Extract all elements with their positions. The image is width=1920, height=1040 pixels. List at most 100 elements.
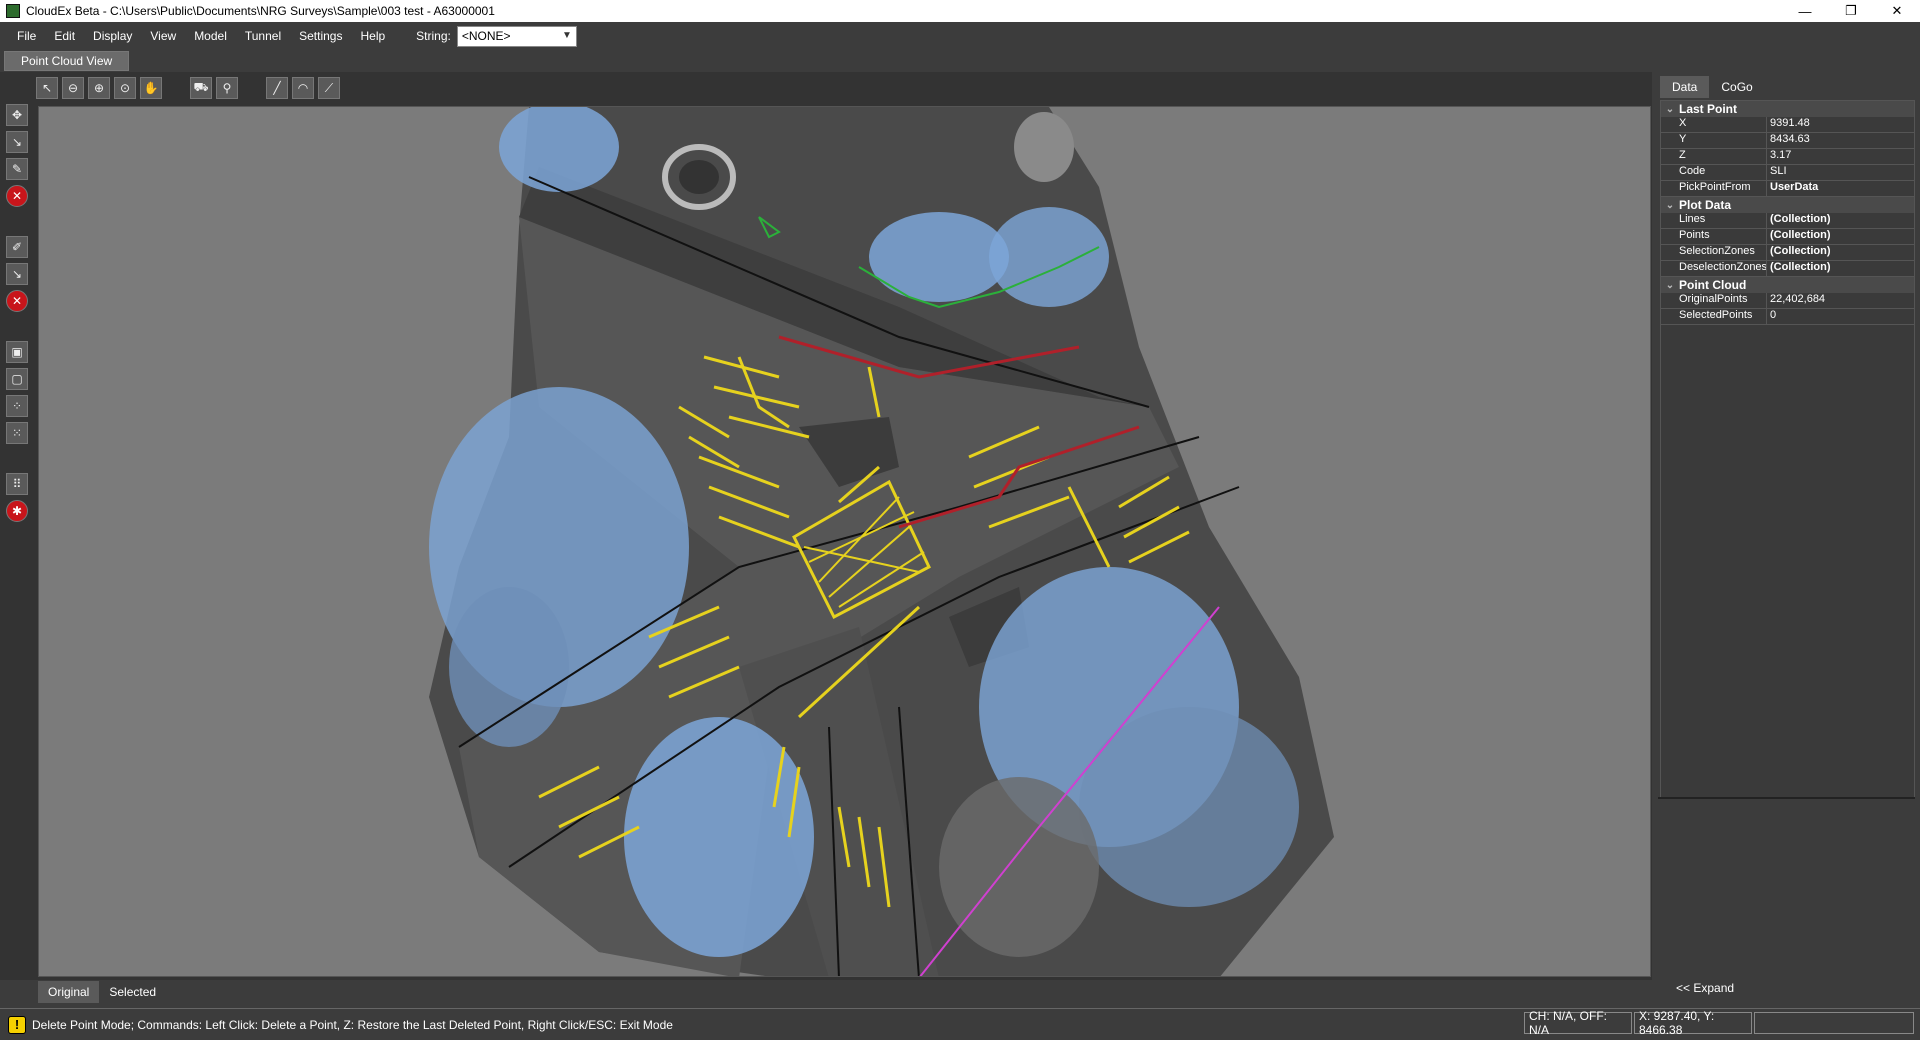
property-grid: ⌄ Last Point X 9391.48 Y 8434.63 Z 3.17 Cod… (1660, 100, 1915, 860)
draw-string-icon[interactable]: ✐ (6, 236, 28, 258)
category-plot-data[interactable]: ⌄ Plot Data (1661, 197, 1914, 213)
prop-value[interactable]: (Collection) (1767, 245, 1914, 261)
pick-string-icon[interactable]: ↘ (6, 263, 28, 285)
prop-name: Code (1661, 165, 1767, 181)
tab-point-cloud-view[interactable]: Point Cloud View (4, 51, 130, 71)
menu-model[interactable]: Model (185, 29, 236, 43)
window-title: CloudEx Beta - C:\Users\Public\Documents… (26, 4, 495, 18)
edit-toolbar: ✥ ↘ ✎ ✕ ✐ ↘ ✕ ▣ ▢ ⁘ ⁙ ⠿ ✱ (6, 104, 30, 527)
right-tabs: Data CoGo (1660, 76, 1765, 98)
select-points-icon[interactable]: ⁘ (6, 395, 28, 417)
collapse-icon[interactable]: ⌄ (1661, 200, 1679, 211)
collapse-icon[interactable]: ⌄ (1661, 280, 1679, 291)
string-dropdown[interactable]: <NONE> ▼ (456, 25, 577, 47)
window-controls: — ❐ ✕ (1782, 0, 1920, 22)
prop-row[interactable]: Lines (Collection) (1661, 213, 1914, 229)
category-title: Plot Data (1679, 198, 1732, 212)
prop-value[interactable]: UserData (1767, 181, 1914, 197)
point-cloud-viewport[interactable] (38, 106, 1651, 977)
category-point-cloud[interactable]: ⌄ Point Cloud (1661, 277, 1914, 293)
prop-row[interactable]: DeselectionZones (Collection) (1661, 261, 1914, 277)
prop-row[interactable]: OriginalPoints 22,402,684 (1661, 293, 1914, 309)
prop-name: SelectionZones (1661, 245, 1767, 261)
prop-row[interactable]: X 9391.48 (1661, 117, 1914, 133)
prop-row[interactable]: Y 8434.63 (1661, 133, 1914, 149)
category-last-point[interactable]: ⌄ Last Point (1661, 101, 1914, 117)
close-button[interactable]: ✕ (1874, 0, 1920, 22)
zoom-out-icon[interactable]: ⊖ (62, 77, 84, 99)
grid-points-icon[interactable]: ⠿ (6, 473, 28, 495)
collapse-icon[interactable]: ⌄ (1661, 104, 1679, 115)
zoom-in-icon[interactable]: ⊕ (88, 77, 110, 99)
prop-name: Y (1661, 133, 1767, 149)
minimize-button[interactable]: — (1782, 0, 1828, 22)
menu-file[interactable]: File (8, 29, 45, 43)
tab-cogo[interactable]: CoGo (1709, 76, 1764, 98)
prop-value[interactable]: 3.17 (1767, 149, 1914, 165)
status-chainage: CH: N/A, OFF: N/A (1524, 1009, 1632, 1037)
select-zone-icon[interactable]: ▣ (6, 341, 28, 363)
deselect-points-icon[interactable]: ⁙ (6, 422, 28, 444)
walk-view-icon[interactable]: ⚲ (216, 77, 238, 99)
string-dropdown-value: <NONE> (461, 29, 511, 43)
menu-view[interactable]: View (141, 29, 185, 43)
pan-hand-icon[interactable]: ✋ (140, 77, 162, 99)
warning-icon: ! (8, 1015, 26, 1034)
add-point-icon[interactable]: ✎ (6, 158, 28, 180)
measure-icon[interactable]: ⟋ (318, 77, 340, 99)
prop-value[interactable]: (Collection) (1767, 229, 1914, 245)
prop-name: SelectedPoints (1661, 309, 1767, 325)
prop-name: PickPointFrom (1661, 181, 1767, 197)
tab-selected[interactable]: Selected (99, 981, 166, 1003)
prop-row[interactable]: PickPointFrom UserData (1661, 181, 1914, 197)
app-icon (6, 4, 20, 18)
prop-row[interactable]: SelectionZones (Collection) (1661, 245, 1914, 261)
zoom-window-icon[interactable]: ⊙ (114, 77, 136, 99)
deselect-zone-icon[interactable]: ▢ (6, 368, 28, 390)
status-message: Delete Point Mode; Commands: Left Click:… (32, 1017, 673, 1032)
bottom-tabs: Original Selected (38, 981, 166, 1003)
status-coordinates: X: 9287.40, Y: 8466.38 (1634, 1009, 1752, 1037)
chevron-down-icon: ▼ (561, 29, 572, 41)
restore-button[interactable]: ❐ (1828, 0, 1874, 22)
prop-value[interactable]: SLI (1767, 165, 1914, 181)
cancel-icon[interactable]: ✕ (6, 185, 28, 207)
prop-row[interactable]: SelectedPoints 0 (1661, 309, 1914, 325)
point-cloud-render (429, 107, 1334, 976)
delete-points-icon[interactable]: ✱ (6, 500, 28, 522)
pick-point-icon[interactable]: ↘ (6, 131, 28, 153)
menu-display[interactable]: Display (84, 29, 141, 43)
prop-value[interactable]: (Collection) (1767, 213, 1914, 229)
prop-row[interactable]: Code SLI (1661, 165, 1914, 181)
menu-bar: File Edit Display View Model Tunnel Sett… (0, 22, 1920, 50)
title-bar: CloudEx Beta - C:\Users\Public\Documents… (0, 0, 1920, 22)
category-title: Point Cloud (1679, 278, 1747, 292)
status-empty-panel (1754, 1012, 1914, 1034)
status-bar: ! Delete Point Mode; Commands: Left Clic… (0, 1008, 1920, 1040)
prop-value[interactable]: 22,402,684 (1767, 293, 1914, 309)
string-label: String: (416, 29, 451, 43)
move-icon[interactable]: ✥ (6, 104, 28, 126)
property-description-area (1658, 797, 1915, 972)
surface-icon[interactable]: ◠ (292, 77, 314, 99)
prop-value[interactable]: 9391.48 (1767, 117, 1914, 133)
select-arrow-icon[interactable]: ↖ (36, 77, 58, 99)
prop-value[interactable]: (Collection) (1767, 261, 1914, 277)
prop-name: X (1661, 117, 1767, 133)
menu-tunnel[interactable]: Tunnel (236, 29, 290, 43)
tab-original[interactable]: Original (38, 981, 100, 1003)
draw-line-icon[interactable]: ╱ (266, 77, 288, 99)
category-title: Last Point (1679, 102, 1738, 116)
menu-edit[interactable]: Edit (45, 29, 84, 43)
prop-value[interactable]: 0 (1767, 309, 1914, 325)
prop-row[interactable]: Points (Collection) (1661, 229, 1914, 245)
prop-value[interactable]: 8434.63 (1767, 133, 1914, 149)
prop-row[interactable]: Z 3.17 (1661, 149, 1914, 165)
delete-string-icon[interactable]: ✕ (6, 290, 28, 312)
drive-view-icon[interactable]: ⛟ (190, 77, 212, 99)
menu-settings[interactable]: Settings (290, 29, 351, 43)
menu-help[interactable]: Help (351, 29, 394, 43)
expand-button[interactable]: << Expand (1676, 981, 1734, 995)
tab-data[interactable]: Data (1660, 76, 1710, 98)
prop-name: Lines (1661, 213, 1767, 229)
